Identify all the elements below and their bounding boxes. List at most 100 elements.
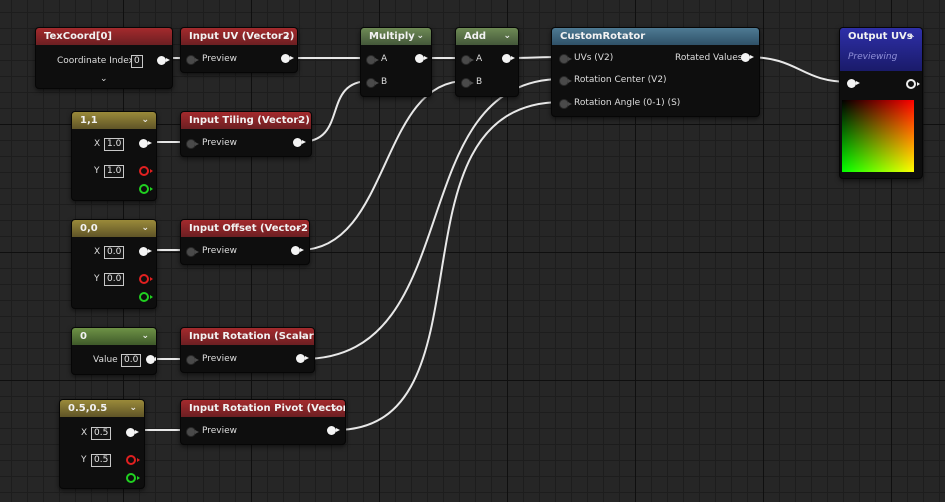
offset-green-row — [72, 290, 156, 304]
tiling-x-field[interactable]: 1.0 — [104, 138, 125, 151]
multiply-b-pin[interactable] — [366, 78, 379, 88]
tiling-green-pin[interactable] — [139, 184, 153, 194]
rotator-output-pin[interactable] — [741, 53, 754, 62]
input-pivot-node-header[interactable]: Input Rotation Pivot (Vector2) ⌄ — [181, 400, 345, 417]
multiply-output-pin[interactable] — [415, 54, 428, 63]
add-a-row: A — [456, 52, 518, 66]
output-uvs-input-pin[interactable] — [847, 79, 860, 88]
input-pivot-input-pin[interactable] — [186, 427, 199, 437]
input-pivot-output-pin[interactable] — [327, 426, 340, 435]
chevron-down-icon[interactable]: ⌄ — [282, 28, 290, 45]
add-node[interactable]: Add ⌄ A B — [455, 27, 519, 97]
rotator-rotated-values-label: Rotated Values — [675, 53, 743, 63]
chevron-down-icon[interactable]: ⌄ — [330, 400, 338, 417]
rotation-value-row: Value 0.0 — [72, 353, 156, 367]
pivot-constant-node[interactable]: 0.5,0.5 ⌄ X 0.5 Y 0.5 — [59, 399, 145, 489]
input-tiling-input-pin[interactable] — [186, 139, 199, 149]
input-rotation-input-pin[interactable] — [186, 355, 199, 365]
custom-rotator-node-header[interactable]: CustomRotator — [552, 28, 759, 45]
input-offset-node[interactable]: Input Offset (Vector2) ⌄ Preview — [180, 219, 310, 265]
input-tiling-node[interactable]: Input Tiling (Vector2) ⌄ Preview — [180, 111, 312, 157]
offset-x-field[interactable]: 0.0 — [104, 246, 125, 259]
pivot-x-row: X 0.5 — [60, 426, 144, 440]
offset-constant-node[interactable]: 0,0 ⌄ X 0.0 Y 0.0 — [71, 219, 157, 309]
tiling-red-pin[interactable] — [139, 166, 153, 176]
output-uvs-node-header[interactable]: Output UVs ^ Previewing — [840, 28, 922, 71]
input-tiling-output-pin[interactable] — [293, 138, 306, 147]
input-offset-input-pin[interactable] — [186, 247, 199, 257]
add-b-label: B — [476, 77, 483, 87]
input-pivot-node[interactable]: Input Rotation Pivot (Vector2) ⌄ Preview — [180, 399, 346, 445]
input-pivot-preview-row: Preview — [181, 424, 345, 438]
rotator-angle-pin[interactable] — [559, 99, 572, 109]
input-offset-preview-row: Preview — [181, 244, 309, 258]
input-offset-output-pin[interactable] — [291, 246, 304, 255]
rotator-center-label: Rotation Center (V2) — [574, 75, 667, 85]
rotator-center-pin[interactable] — [559, 76, 572, 86]
tiling-y-field[interactable]: 1.0 — [104, 165, 125, 178]
rotator-uvs-pin[interactable] — [559, 54, 572, 64]
multiply-node[interactable]: Multiply ⌄ A B — [360, 27, 432, 97]
add-b-pin[interactable] — [461, 78, 474, 88]
multiply-a-row: A — [361, 52, 431, 66]
tiling-constant-node[interactable]: 1,1 ⌄ X 1.0 Y 1.0 — [71, 111, 157, 201]
coordinate-index-field[interactable]: 0 — [131, 55, 143, 68]
add-output-pin[interactable] — [502, 54, 515, 63]
tiling-constant-title: 1,1 — [80, 115, 98, 126]
custom-rotator-node[interactable]: CustomRotator UVs (V2) Rotated Values Ro… — [551, 27, 760, 117]
tiling-x-label: X — [94, 139, 101, 149]
tiling-output-pin[interactable] — [139, 139, 152, 148]
texcoord-node[interactable]: TexCoord[0] Coordinate Index 0 ⌄ — [35, 27, 173, 89]
input-uv-node-header[interactable]: Input UV (Vector2) ⌄ — [181, 28, 297, 45]
input-rotation-output-pin[interactable] — [296, 354, 309, 363]
input-uv-output-pin[interactable] — [281, 54, 294, 63]
offset-output-pin[interactable] — [139, 247, 152, 256]
chevron-down-icon[interactable]: ⌄ — [296, 112, 304, 129]
rotation-value-field[interactable]: 0.0 — [121, 354, 142, 367]
input-rotation-node-header[interactable]: Input Rotation (Scalar) ⌄ — [181, 328, 314, 345]
offset-red-pin[interactable] — [139, 274, 153, 284]
rotation-output-pin[interactable] — [146, 355, 156, 364]
offset-y-label: Y — [94, 274, 100, 284]
input-tiling-node-header[interactable]: Input Tiling (Vector2) ⌄ — [181, 112, 311, 129]
rotation-constant-header[interactable]: 0 ⌄ — [72, 328, 156, 345]
add-a-label: A — [476, 54, 483, 64]
coordinate-index-label: Coordinate Index — [57, 56, 134, 66]
offset-constant-title: 0,0 — [80, 223, 98, 234]
pivot-output-pin[interactable] — [126, 428, 139, 437]
chevron-down-icon[interactable]: ⌄ — [299, 328, 307, 345]
chevron-down-icon[interactable]: ⌄ — [141, 328, 149, 345]
multiply-node-header[interactable]: Multiply ⌄ — [361, 28, 431, 45]
rotation-constant-node[interactable]: 0 ⌄ Value 0.0 — [71, 327, 157, 375]
tiling-constant-header[interactable]: 1,1 ⌄ — [72, 112, 156, 129]
chevron-down-icon[interactable]: ⌄ — [503, 28, 511, 45]
input-offset-node-header[interactable]: Input Offset (Vector2) ⌄ — [181, 220, 309, 237]
output-uvs-node[interactable]: Output UVs ^ Previewing — [839, 27, 923, 179]
add-a-pin[interactable] — [461, 55, 474, 65]
rotation-value-label: Value — [93, 355, 118, 365]
texcoord-output-pin[interactable] — [157, 56, 170, 65]
input-rotation-node[interactable]: Input Rotation (Scalar) ⌄ Preview — [180, 327, 315, 373]
input-uv-node[interactable]: Input UV (Vector2) ⌄ Preview — [180, 27, 298, 73]
pivot-green-pin[interactable] — [126, 473, 140, 483]
pivot-x-field[interactable]: 0.5 — [91, 427, 112, 440]
offset-y-field[interactable]: 0.0 — [104, 273, 125, 286]
chevron-down-icon[interactable]: ⌄ — [416, 28, 424, 45]
chevron-down-icon[interactable]: ⌄ — [100, 74, 108, 84]
pivot-constant-header[interactable]: 0.5,0.5 ⌄ — [60, 400, 144, 417]
offset-green-pin[interactable] — [139, 292, 153, 302]
chevron-up-icon[interactable]: ^ — [907, 31, 915, 47]
chevron-down-icon[interactable]: ⌄ — [141, 220, 149, 237]
chevron-down-icon[interactable]: ⌄ — [129, 400, 137, 417]
output-uvs-output-pin[interactable] — [906, 79, 920, 89]
pivot-y-label: Y — [81, 455, 87, 465]
offset-constant-header[interactable]: 0,0 ⌄ — [72, 220, 156, 237]
multiply-a-pin[interactable] — [366, 55, 379, 65]
texcoord-node-header[interactable]: TexCoord[0] — [36, 28, 172, 45]
chevron-down-icon[interactable]: ⌄ — [294, 220, 302, 237]
pivot-y-field[interactable]: 0.5 — [91, 454, 112, 467]
add-node-header[interactable]: Add ⌄ — [456, 28, 518, 45]
pivot-red-pin[interactable] — [126, 455, 140, 465]
chevron-down-icon[interactable]: ⌄ — [141, 112, 149, 129]
input-uv-input-pin[interactable] — [186, 55, 199, 65]
